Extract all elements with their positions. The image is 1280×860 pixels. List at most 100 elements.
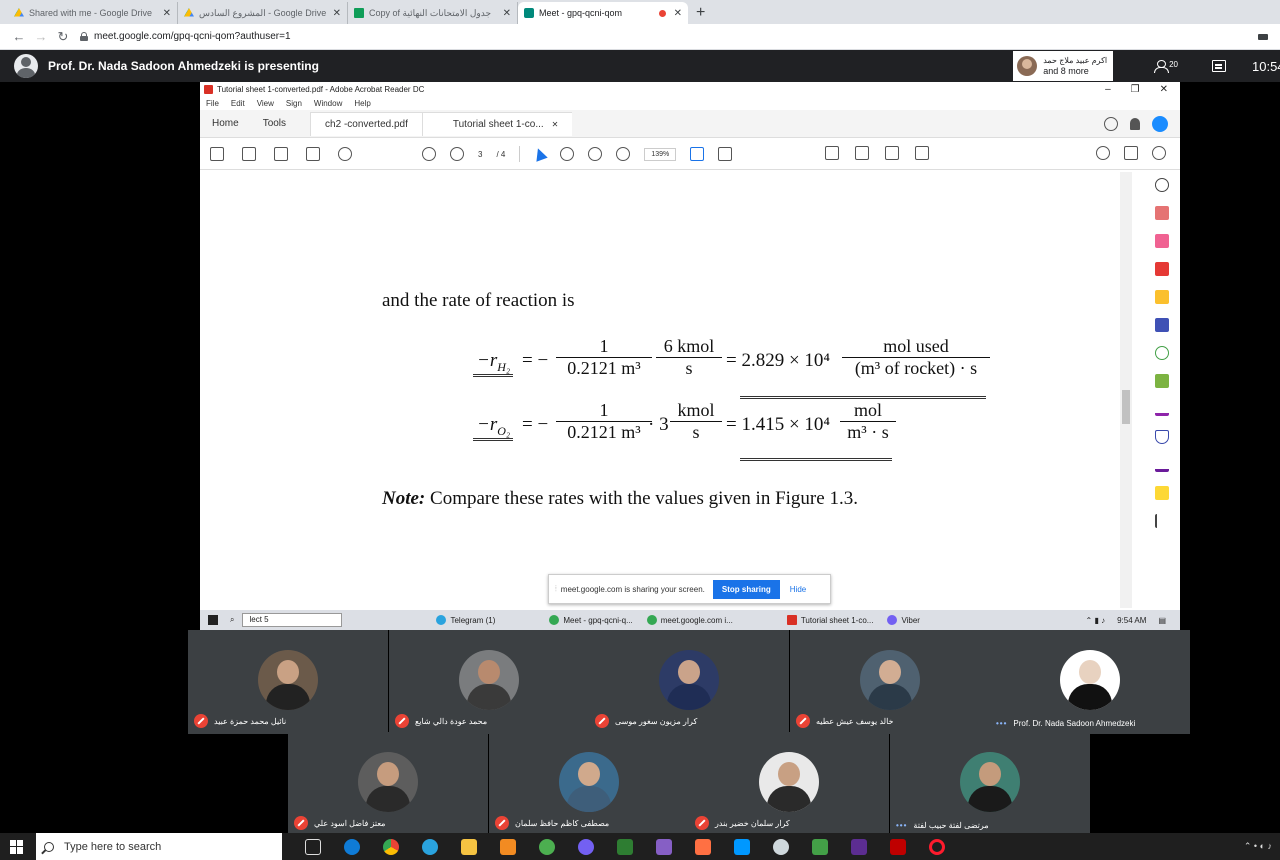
- participant-tile[interactable]: ••• Prof. Dr. Nada Sadoon Ahmedzeki: [990, 630, 1190, 734]
- print-icon[interactable]: [306, 146, 320, 161]
- menu-view[interactable]: View: [257, 99, 274, 108]
- vertical-scrollbar[interactable]: [1120, 172, 1132, 608]
- participant-tile[interactable]: محمد عودة دالي شايع: [389, 630, 589, 734]
- participant-tile[interactable]: مصطفى كاظم حافظ سلمان: [489, 732, 689, 836]
- system-tray[interactable]: ⌃ • ◐ ♪: [1244, 841, 1272, 852]
- zoom-in-icon[interactable]: [616, 147, 631, 161]
- taskbar-search[interactable]: lect 5: [242, 613, 343, 627]
- drag-handle-icon[interactable]: ⦙: [555, 584, 557, 594]
- select-arrow-icon[interactable]: [532, 146, 549, 162]
- forward-arrow-icon[interactable]: →: [30, 29, 52, 44]
- browser-tab-drive-shared[interactable]: Shared with me - Google Drive ✕: [8, 2, 178, 24]
- stamp-icon[interactable]: [915, 146, 929, 160]
- viber-icon[interactable]: [578, 838, 594, 855]
- menu-edit[interactable]: Edit: [231, 99, 245, 108]
- cast-icon[interactable]: [1258, 33, 1268, 40]
- search-icon[interactable]: ⌕: [230, 615, 234, 625]
- zoom-icon[interactable]: [1155, 178, 1169, 192]
- account-icon[interactable]: [1152, 115, 1168, 132]
- scan-icon[interactable]: [1155, 346, 1169, 360]
- taskbar-telegram[interactable]: Telegram (1): [436, 615, 495, 625]
- create-pdf-icon[interactable]: [1155, 206, 1169, 220]
- tab-doc-ch2[interactable]: ch2 -converted.pdf: [310, 111, 423, 136]
- comment-tool-icon[interactable]: [1155, 290, 1169, 304]
- telegram-icon[interactable]: [422, 838, 438, 855]
- collapse-pane-icon[interactable]: [1155, 514, 1169, 528]
- hand-icon[interactable]: [560, 147, 575, 161]
- chat-icon[interactable]: [1212, 60, 1226, 72]
- star-icon[interactable]: [242, 146, 256, 161]
- browser-tab-meet[interactable]: Meet - gpq-qcni-qom ✕: [518, 2, 688, 24]
- zoom-out-icon[interactable]: [588, 147, 603, 161]
- send-icon[interactable]: [1155, 486, 1169, 500]
- prev-page-icon[interactable]: [422, 147, 436, 161]
- comment-icon[interactable]: [825, 146, 839, 160]
- taskbar-meet-chrome[interactable]: meet.google.com i...: [646, 615, 733, 625]
- draw-icon[interactable]: [885, 146, 899, 160]
- file-explorer-icon[interactable]: [461, 838, 477, 855]
- bell-icon[interactable]: [1130, 117, 1140, 130]
- sublime-icon[interactable]: [500, 838, 516, 855]
- upload-icon[interactable]: [274, 146, 288, 161]
- stop-sharing-button[interactable]: Stop sharing: [712, 579, 780, 599]
- windows-start-icon[interactable]: [10, 839, 24, 854]
- other-participants-chip[interactable]: اكرم عبيد ملاج حمد and 8 more: [1013, 51, 1114, 81]
- search-icon[interactable]: [338, 146, 352, 161]
- vscode-icon[interactable]: [734, 838, 750, 855]
- taskbar-meet[interactable]: Meet - gpq-qcni-q...: [549, 615, 633, 625]
- taskbar-search-box[interactable]: Type here to search: [36, 833, 282, 860]
- participant-tile[interactable]: كرار مزيون سغور موسى: [589, 630, 789, 734]
- back-arrow-icon[interactable]: ←: [8, 29, 30, 44]
- tab-doc-tutorial[interactable]: Tutorial sheet 1-co... ✕: [422, 111, 573, 136]
- visual-studio-icon[interactable]: [656, 838, 672, 855]
- edit-pdf-icon[interactable]: [1155, 318, 1169, 332]
- app-icon[interactable]: [539, 838, 555, 855]
- scrollbar-thumb[interactable]: [1122, 390, 1130, 424]
- highlight-icon[interactable]: [855, 146, 869, 160]
- close-tab-icon[interactable]: ✕: [503, 8, 511, 19]
- participant-tile[interactable]: نائيل محمد حمزة عبيد: [188, 630, 388, 734]
- compare-icon[interactable]: [1155, 374, 1169, 388]
- protect-icon[interactable]: [1155, 430, 1169, 444]
- minimize-icon[interactable]: –: [1105, 84, 1111, 95]
- app-icon[interactable]: [812, 838, 828, 855]
- help-icon[interactable]: [1104, 116, 1118, 131]
- chrome-icon[interactable]: [383, 838, 399, 855]
- fill-sign-icon[interactable]: [1155, 402, 1169, 416]
- menu-sign[interactable]: Sign: [286, 99, 302, 108]
- participant-tile[interactable]: معتز فاضل اسود علي: [288, 732, 488, 836]
- app-icon[interactable]: [695, 838, 711, 855]
- email-icon[interactable]: [1124, 146, 1138, 160]
- hide-button[interactable]: Hide: [790, 585, 806, 594]
- windows-start-icon[interactable]: [208, 615, 218, 625]
- fit-page-icon[interactable]: [690, 147, 705, 161]
- participant-tile[interactable]: خالد يوسف عيش عطيه: [790, 630, 990, 734]
- filezilla-icon[interactable]: [890, 838, 906, 855]
- close-tab-icon[interactable]: ✕: [674, 8, 682, 19]
- restore-icon[interactable]: ❐: [1131, 84, 1140, 95]
- tab-tools[interactable]: Tools: [263, 118, 286, 129]
- add-user-icon[interactable]: [1152, 146, 1166, 160]
- menu-help[interactable]: Help: [354, 99, 370, 108]
- close-tab-icon[interactable]: ✕: [552, 120, 559, 129]
- opera-icon[interactable]: [929, 838, 945, 855]
- task-view-icon[interactable]: [305, 838, 321, 855]
- new-tab-button[interactable]: +: [688, 4, 713, 24]
- zoom-select[interactable]: 139%: [644, 147, 677, 161]
- tab-home[interactable]: Home: [212, 118, 239, 129]
- participant-tile[interactable]: ••• مرتضى لفتة حبيب لفتة: [890, 732, 1090, 836]
- edge-icon[interactable]: [344, 838, 360, 855]
- page-number-input[interactable]: 3: [478, 150, 482, 159]
- save-icon[interactable]: [210, 146, 224, 161]
- export-pdf-icon[interactable]: [1155, 262, 1169, 276]
- browser-tab-drive-project[interactable]: المشروع السادس - Google Drive ✕: [178, 2, 348, 24]
- tray-icons[interactable]: ⌃ ▮ ♪: [1086, 616, 1106, 625]
- taskbar-viber[interactable]: Viber: [887, 615, 920, 625]
- close-tab-icon[interactable]: ✕: [163, 8, 171, 19]
- menu-window[interactable]: Window: [314, 99, 342, 108]
- people-button[interactable]: 20: [1153, 60, 1178, 73]
- app-icon[interactable]: [617, 838, 633, 855]
- notification-icon[interactable]: ▤: [1158, 616, 1166, 625]
- menu-file[interactable]: File: [206, 99, 219, 108]
- participant-tile[interactable]: كرار سلمان خضير بندر: [689, 732, 889, 836]
